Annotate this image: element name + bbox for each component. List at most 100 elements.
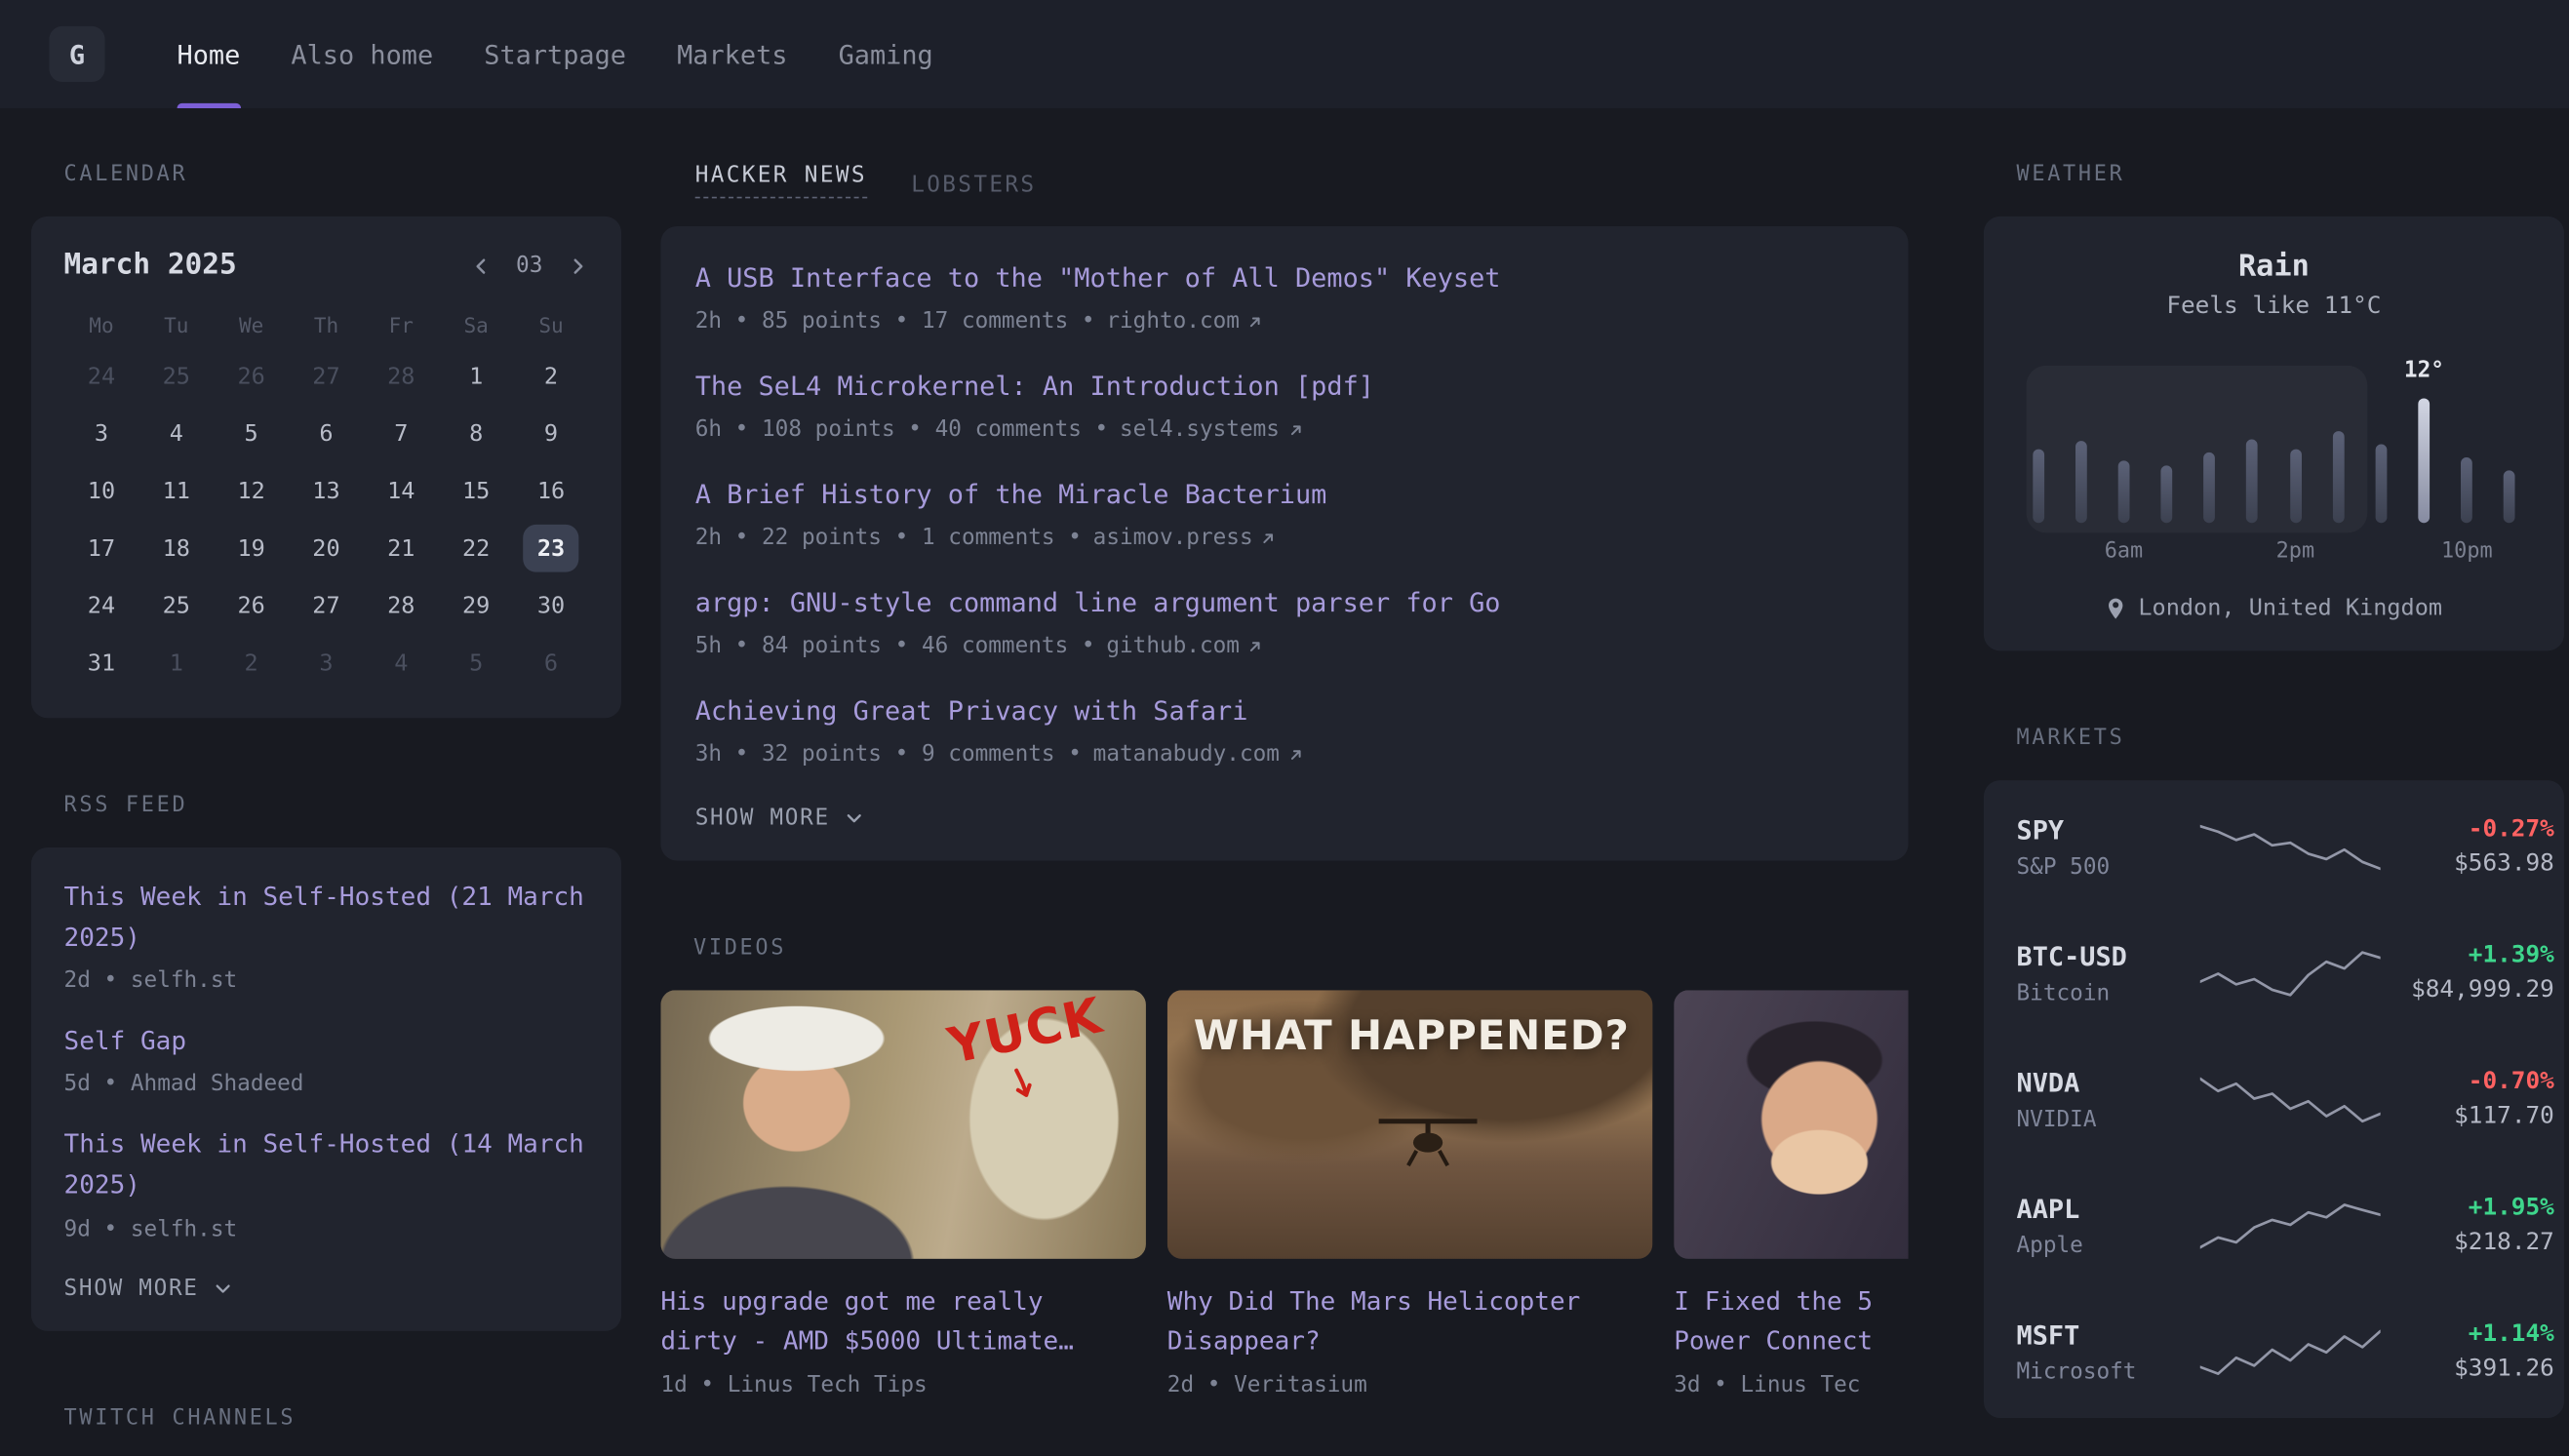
- weather-bar: [2316, 392, 2359, 523]
- news-item: Achieving Great Privacy with Safari 3h •…: [695, 691, 1875, 767]
- market-price: $84,999.29: [2381, 977, 2554, 1003]
- market-sparkline: [2200, 819, 2381, 875]
- weather-heading: WEATHER: [2017, 162, 2564, 186]
- calendar-day: 27: [289, 577, 364, 635]
- nav-tab[interactable]: Gaming: [839, 0, 933, 108]
- weather-bar: [2488, 392, 2531, 523]
- market-quote: +1.14% $391.26: [2381, 1321, 2554, 1382]
- news-item-domain-link[interactable]: sel4.systems: [1120, 416, 1304, 443]
- video-title-link[interactable]: I Fixed the 5 Power Connect: [1674, 1281, 1908, 1360]
- right-column: WEATHER Rain Feels like 11°C 12° 6am2pm1…: [1984, 108, 2564, 1456]
- calendar-day: 26: [214, 347, 289, 405]
- market-change: -0.27%: [2381, 816, 2554, 843]
- market-row[interactable]: SPY S&P 500 -0.27% $563.98: [2017, 783, 2532, 909]
- calendar-day: 19: [214, 520, 289, 577]
- video-title-link[interactable]: His upgrade got me really dirty - AMD $5…: [660, 1281, 1146, 1360]
- market-row[interactable]: BTC-USD Bitcoin +1.39% $84,999.29: [2017, 910, 2532, 1036]
- weather-chart: 12°: [2017, 392, 2532, 523]
- location-pin-icon: [2106, 596, 2127, 620]
- nav-tab[interactable]: Home: [178, 0, 241, 108]
- news-item-stats: 2h • 22 points • 1 comments •: [695, 525, 1082, 551]
- news-item-meta: 5h • 84 points • 46 comments • github.co…: [695, 633, 1875, 659]
- calendar-day: 27: [289, 347, 364, 405]
- rss-widget: This Week in Self-Hosted (21 March 2025)…: [31, 847, 621, 1330]
- external-link-icon: [1246, 312, 1264, 330]
- news-source-tab[interactable]: LOBSTERS: [911, 172, 1036, 198]
- video-thumbnail[interactable]: YUCK: [660, 990, 1146, 1259]
- calendar-day: 13: [289, 462, 364, 520]
- calendar-day: 7: [364, 405, 439, 462]
- news-source-tab[interactable]: HACKER NEWS: [695, 162, 867, 198]
- calendar-day: 9: [514, 405, 589, 462]
- news-item-link[interactable]: A Brief History of the Miracle Bacterium: [695, 479, 1327, 510]
- main-content: CALENDAR March 2025 03: [0, 108, 2569, 1456]
- app-logo: G: [49, 26, 104, 82]
- news-item-domain-link[interactable]: asimov.press: [1093, 525, 1278, 551]
- calendar-day: 14: [364, 462, 439, 520]
- nav-tab[interactable]: Also home: [291, 0, 433, 108]
- chevron-down-icon: [845, 808, 864, 828]
- news-item-domain: github.com: [1106, 633, 1240, 659]
- weather-time-label: 10pm: [2441, 539, 2493, 564]
- chevron-right-icon: [568, 255, 589, 276]
- calendar-day: 17: [64, 520, 139, 577]
- news-item-stats: 5h • 84 points • 46 comments •: [695, 633, 1095, 659]
- rss-show-more-button[interactable]: SHOW MORE: [64, 1272, 233, 1305]
- nav-tab[interactable]: Startpage: [484, 0, 626, 108]
- news-item-link[interactable]: argp: GNU-style command line argument pa…: [695, 587, 1501, 618]
- hacker-news-widget: A USB Interface to the "Mother of All De…: [660, 226, 1908, 861]
- rss-item-link[interactable]: This Week in Self-Hosted (14 March 2025): [64, 1130, 584, 1200]
- calendar-day-header: Fr: [364, 308, 439, 341]
- news-item-meta: 6h • 108 points • 40 comments • sel4.sys…: [695, 416, 1875, 443]
- video-thumbnail[interactable]: WHAT HAPPENED?: [1167, 990, 1653, 1259]
- calendar-day: 3: [64, 405, 139, 462]
- middle-column: HACKER NEWS LOBSTERS A USB Interface to …: [660, 108, 1908, 1456]
- rss-item-meta: 9d • selfh.st: [64, 1215, 589, 1241]
- weather-time-label: 2pm: [2276, 539, 2314, 564]
- news-item-domain: righto.com: [1106, 308, 1240, 334]
- nav-tab[interactable]: Markets: [677, 0, 787, 108]
- calendar-day: 2: [514, 347, 589, 405]
- calendar-next-button[interactable]: [568, 255, 589, 276]
- market-quote: -0.27% $563.98: [2381, 816, 2554, 877]
- weather-temp-label: 12°: [2404, 357, 2444, 383]
- markets-widget: SPY S&P 500 -0.27% $563.98 BTC-USD: [1984, 780, 2564, 1418]
- calendar-day-header: Th: [289, 308, 364, 341]
- calendar-days-grid: 24 25 26 27 28 1 2 3: [64, 347, 589, 691]
- calendar-day: 24: [64, 347, 139, 405]
- news-item-meta: 2h • 22 points • 1 comments • asimov.pre…: [695, 525, 1875, 551]
- news-item-domain-link[interactable]: righto.com: [1106, 308, 1264, 334]
- news-item-domain: sel4.systems: [1120, 416, 1280, 443]
- news-item-link[interactable]: Achieving Great Privacy with Safari: [695, 695, 1248, 727]
- calendar-day: 28: [364, 577, 439, 635]
- video-thumbnail[interactable]: DO T: [1674, 990, 1908, 1259]
- news-item: argp: GNU-style command line argument pa…: [695, 583, 1875, 658]
- calendar-prev-button[interactable]: [470, 255, 492, 276]
- weather-widget: Rain Feels like 11°C 12° 6am2pm10pm Lond…: [1984, 216, 2564, 650]
- rss-item-link[interactable]: Self Gap: [64, 1027, 186, 1056]
- rss-item: This Week in Self-Hosted (21 March 2025)…: [64, 877, 589, 994]
- news-show-more-button[interactable]: SHOW MORE: [695, 802, 864, 835]
- weather-condition: Rain: [2017, 249, 2532, 283]
- market-row[interactable]: NVDA NVIDIA -0.70% $117.70: [2017, 1036, 2532, 1161]
- calendar-day: 4: [138, 405, 214, 462]
- market-row[interactable]: AAPL Apple +1.95% $218.27: [2017, 1162, 2532, 1288]
- news-item-domain-link[interactable]: matanabudy.com: [1093, 741, 1304, 767]
- calendar-widget: March 2025 03 Mo Tu: [31, 216, 621, 718]
- video-title-link[interactable]: Why Did The Mars Helicopter Disappear?: [1167, 1281, 1653, 1360]
- market-quote: -0.70% $117.70: [2381, 1069, 2554, 1129]
- news-item-link[interactable]: The SeL4 Microkernel: An Introduction [p…: [695, 371, 1374, 402]
- news-item-link[interactable]: A USB Interface to the "Mother of All De…: [695, 262, 1501, 294]
- calendar-day: 23: [514, 520, 589, 577]
- weather-bar: [2145, 392, 2188, 523]
- calendar-month-title: March 2025: [64, 249, 237, 282]
- calendar-header: March 2025 03: [64, 243, 589, 289]
- market-price: $391.26: [2381, 1356, 2554, 1382]
- thumbnail-overlay-text: WHAT HAPPENED?: [1194, 1011, 1630, 1059]
- market-name: Apple: [2017, 1232, 2200, 1258]
- market-row[interactable]: MSFT Microsoft +1.14% $391.26: [2017, 1288, 2532, 1414]
- news-item-stats: 6h • 108 points • 40 comments •: [695, 416, 1109, 443]
- news-item-domain-link[interactable]: github.com: [1106, 633, 1264, 659]
- rss-item-link[interactable]: This Week in Self-Hosted (21 March 2025): [64, 882, 584, 952]
- market-quote: +1.95% $218.27: [2381, 1195, 2554, 1255]
